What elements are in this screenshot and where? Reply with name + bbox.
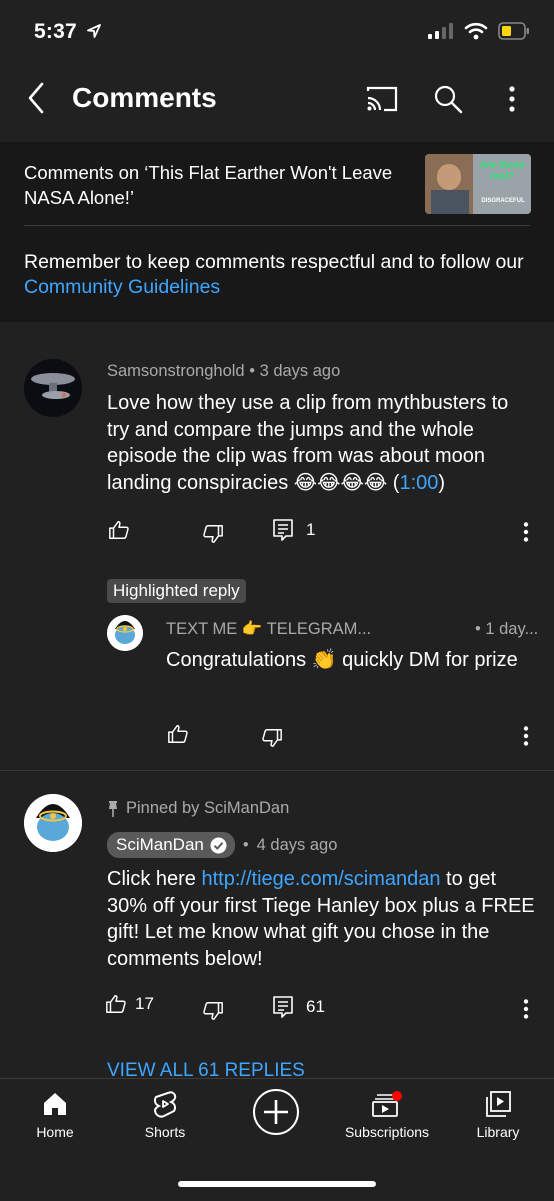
nav-subscriptions-label: Subscriptions [344,1124,430,1140]
thumbs-up-icon [106,995,126,1013]
location-arrow-icon [86,24,101,38]
cast-button[interactable] [362,80,402,118]
reply-time: 1 day... [485,620,539,638]
guidelines-text: Remember to keep comments respectful and… [24,250,534,300]
reply-like-button[interactable] [164,720,192,748]
timestamp-link[interactable]: 1:00 [399,472,438,494]
thumbs-down-icon [262,729,282,747]
video-title: Comments on ‘This Flat Earther Won't Lea… [24,162,393,208]
nav-shorts-label: Shorts [144,1124,186,1140]
more-options-button[interactable] [498,80,526,118]
reply-dislike-button[interactable] [258,724,286,752]
atom-logo-icon [24,794,82,852]
community-guidelines-link[interactable]: Community Guidelines [24,276,220,298]
chevron-left-icon [28,82,44,114]
back-button[interactable] [18,80,54,116]
like-button[interactable] [105,516,133,544]
guidelines-message: Remember to keep comments respectful and… [24,251,524,273]
nav-subscriptions[interactable]: Subscriptions [337,1090,437,1140]
notification-badge [392,1091,402,1101]
shorts-icon [153,1091,177,1118]
comment-time: 3 days ago [259,362,341,380]
sponsor-link[interactable]: http://tiege.com/scimandan [201,868,440,890]
comment-body: Love how they use a clip from mythbuster… [107,392,509,494]
subscriptions-icon [372,1091,402,1117]
reply-button[interactable]: 61 [272,995,325,1019]
reply-button[interactable]: 1 [272,518,315,542]
avatar[interactable] [24,359,82,417]
comment-menu-button[interactable] [514,995,538,1023]
reply-avatar[interactable] [107,615,143,651]
thumbnail-overlay-text: Are these real? [479,160,525,182]
verified-check-icon [210,837,227,853]
cast-icon [366,86,398,112]
search-button[interactable] [430,80,466,118]
comment-icon [273,996,293,1018]
reply-text: Congratulations 👏 quickly DM for prize [166,649,518,671]
thumbs-down-icon [203,525,223,543]
thumbs-up-icon [168,725,188,743]
meta-dot: • [249,362,260,380]
meta-dot: • [475,620,486,638]
reply-meta: • 1 day... [475,620,538,639]
pin-icon [109,800,117,817]
more-vert-icon [523,726,529,746]
thumbnail-caption: DISGRACEFUL [481,198,525,204]
like-count: 17 [135,994,154,1013]
comment-body: Click here [107,868,202,890]
status-icons [428,22,530,40]
home-indicator [178,1181,376,1187]
dislike-button[interactable] [199,997,227,1025]
status-time: 5:37 [34,20,102,44]
creator-author-chip[interactable]: SciManDan [107,832,235,858]
battery-icon [498,22,529,40]
comment-time: 4 days ago [256,835,338,854]
nav-home[interactable]: Home [20,1090,90,1140]
more-vert-icon [523,999,529,1019]
meta-dot: • [242,835,249,854]
page-title: Comments [72,82,217,113]
more-vert-icon [523,522,529,542]
create-button[interactable] [252,1088,300,1136]
comment-author: SciManDan [116,835,204,854]
library-icon [486,1091,511,1117]
comment-text: Click here http://tiege.com/scimandan to… [107,866,537,972]
comment-body-end: ) [438,471,446,494]
comment-icon [273,519,293,541]
home-icon [44,1093,66,1115]
dislike-button[interactable] [199,520,227,548]
add-circle-icon [253,1089,299,1135]
divider [0,770,554,771]
nav-home-label: Home [36,1124,74,1140]
comment-meta: SciManDan • 4 days ago [107,832,337,858]
comment-text: Love how they use a clip from mythbuster… [107,390,527,496]
starship-avatar-icon [24,359,82,417]
nav-shorts[interactable]: Shorts [125,1090,205,1140]
reply-menu-button[interactable] [514,722,538,750]
view-all-replies-button[interactable]: VIEW ALL 61 REPLIES [107,1060,305,1078]
pinned-label: Pinned by SciManDan [107,799,289,818]
comment-meta: Samsonstronghold • 3 days ago [107,362,340,381]
signal-icon [428,23,453,39]
pinned-text: Pinned by SciManDan [126,799,290,817]
avatar[interactable] [24,794,82,852]
comment-author[interactable]: Samsonstronghold [107,362,245,380]
atom-logo-icon [107,615,143,651]
comment-menu-button[interactable] [514,518,538,546]
search-icon [434,85,463,114]
thumbs-down-icon [203,1002,223,1020]
more-vert-icon [509,86,515,112]
like-button[interactable]: 17 [105,993,154,1015]
nav-library-label: Library [476,1124,520,1140]
nav-library[interactable]: Library [462,1090,534,1140]
reply-author[interactable]: TEXT ME 👉 TELEGRAM... [166,620,371,639]
reply-count: 61 [306,997,325,1016]
highlighted-reply-badge: Highlighted reply [107,579,246,603]
wifi-icon [464,22,488,40]
thumbs-up-icon [109,521,129,539]
reply-count: 1 [306,520,316,539]
video-thumbnail[interactable]: Are these real? DISGRACEFUL [425,154,531,214]
